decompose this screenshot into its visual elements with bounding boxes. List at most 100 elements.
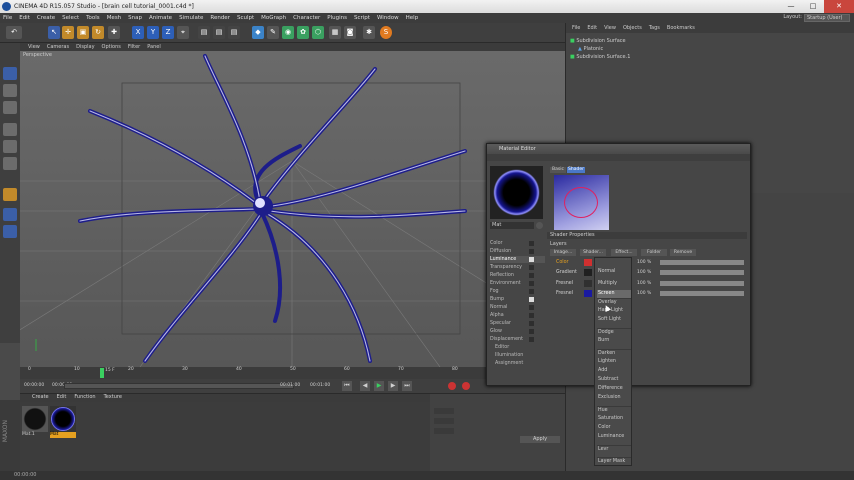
layout-select[interactable]: Startup (User) — [804, 14, 850, 22]
end-time-2[interactable]: 00:01:00 — [310, 383, 330, 388]
channel-row[interactable]: Normal — [490, 304, 545, 311]
objmgr-menu-file[interactable]: File — [572, 25, 580, 31]
channel-row[interactable]: Environment — [490, 280, 545, 287]
menu-plugins[interactable]: Plugins — [327, 15, 347, 21]
material-swatch-selected[interactable]: Mat — [50, 406, 76, 438]
pen-icon[interactable]: ✎ — [267, 26, 279, 39]
scale-tool-icon[interactable]: ▣ — [77, 26, 89, 39]
coord-z[interactable] — [434, 428, 454, 434]
layer-row[interactable]: Fresnel 100 % — [550, 280, 745, 288]
layer-opacity-slider[interactable] — [660, 260, 744, 265]
blend-option[interactable]: Overlay — [597, 298, 631, 306]
cube-icon[interactable]: ◆ — [252, 26, 264, 39]
model-mode-icon[interactable] — [3, 67, 17, 80]
channel-row[interactable]: Illumination — [490, 352, 545, 359]
channel-checkbox[interactable] — [529, 337, 534, 342]
deformer-icon[interactable]: ⬡ — [312, 26, 324, 39]
goto-start-icon[interactable]: ⏮ — [342, 381, 352, 391]
camera-icon[interactable]: ◙ — [344, 26, 356, 39]
channel-checkbox[interactable] — [529, 249, 534, 254]
blend-option-selected[interactable]: Screen — [597, 290, 631, 298]
apply-button[interactable]: Apply — [520, 436, 560, 443]
layer-row[interactable]: Fresnel 100 % — [550, 290, 745, 298]
maximize-button[interactable]: □ — [802, 0, 824, 13]
move-tool-icon[interactable]: ✛ — [62, 26, 74, 39]
channel-checkbox[interactable] — [529, 265, 534, 270]
blend-option[interactable]: Multiply — [597, 280, 631, 288]
viewport-menu-cameras[interactable]: Cameras — [47, 44, 69, 50]
object-row[interactable]: ▲ Platonic — [570, 45, 850, 53]
blend-option[interactable]: Hard Light — [597, 307, 631, 315]
objmgr-menu-objects[interactable]: Objects — [623, 25, 642, 31]
menu-mograph[interactable]: MoGraph — [261, 15, 286, 21]
playhead[interactable] — [100, 368, 104, 378]
menu-window[interactable]: Window — [377, 15, 399, 21]
layer-opacity[interactable]: 100 % — [637, 270, 655, 276]
material-swatch[interactable]: Mat.1 — [22, 406, 48, 438]
goto-end-icon[interactable]: ⏭ — [402, 381, 412, 391]
menu-simulate[interactable]: Simulate — [179, 15, 203, 21]
shader-button[interactable]: Shader... — [580, 249, 606, 256]
blend-option[interactable]: Luminance — [597, 433, 631, 441]
rotate-tool-icon[interactable]: ↻ — [92, 26, 104, 39]
menu-mesh[interactable]: Mesh — [107, 15, 121, 21]
blend-option[interactable]: Add — [597, 367, 631, 375]
channel-row[interactable]: Assignment — [490, 360, 545, 367]
channel-row[interactable]: Displacement — [490, 336, 545, 343]
x-axis-icon[interactable]: X — [132, 26, 144, 39]
start-time[interactable]: 00:00:00 — [24, 383, 44, 388]
channel-checkbox[interactable] — [529, 321, 534, 326]
menu-snap[interactable]: Snap — [128, 15, 142, 21]
channel-row[interactable]: Color — [490, 240, 545, 247]
object-row[interactable]: ■ Subdivision Surface — [570, 37, 850, 45]
blend-option[interactable]: Dodge — [597, 328, 631, 336]
viewport-menu-filter[interactable]: Filter — [128, 44, 140, 50]
channel-row-selected[interactable]: Luminance — [490, 256, 545, 263]
z-axis-icon[interactable]: Z — [162, 26, 174, 39]
tab-shader[interactable]: Shader — [567, 167, 585, 173]
play-icon[interactable]: ▶ — [374, 381, 384, 391]
menu-create[interactable]: Create — [37, 15, 55, 21]
layer-opacity-slider[interactable] — [660, 281, 744, 286]
render-picture-viewer-icon[interactable]: ▤ — [213, 26, 225, 39]
script-icon[interactable]: S — [380, 26, 392, 39]
record-icon[interactable] — [448, 382, 456, 390]
channel-row[interactable]: Transparency — [490, 264, 545, 271]
render-settings-icon[interactable]: ▤ — [228, 26, 240, 39]
material-name-field[interactable]: Mat — [490, 222, 534, 229]
light-icon[interactable]: ✱ — [363, 26, 375, 39]
effect-button[interactable]: Effect... — [611, 249, 637, 256]
next-frame-icon[interactable]: ▶ — [388, 381, 398, 391]
layer-opacity[interactable]: 100 % — [637, 291, 655, 297]
matmgr-menu-texture[interactable]: Texture — [104, 394, 122, 402]
blend-option[interactable]: Darken — [597, 349, 631, 357]
channel-row[interactable]: Diffusion — [490, 248, 545, 255]
menu-render[interactable]: Render — [210, 15, 230, 21]
edges-mode-icon[interactable] — [3, 140, 17, 153]
blend-option[interactable]: Lighten — [597, 358, 631, 366]
subdivision-icon[interactable]: ◉ — [282, 26, 294, 39]
menu-script[interactable]: Script — [354, 15, 370, 21]
matmgr-menu-function[interactable]: Function — [74, 394, 95, 402]
folder-button[interactable]: Folder — [641, 249, 667, 256]
end-time[interactable]: 00:01:00 — [280, 383, 300, 388]
scene-icon[interactable]: ▦ — [329, 26, 341, 39]
channel-checkbox[interactable] — [529, 241, 534, 246]
objmgr-menu-view[interactable]: View — [604, 25, 616, 31]
blend-option[interactable]: Color — [597, 424, 631, 432]
channel-checkbox[interactable] — [529, 313, 534, 318]
timeline[interactable]: 0 10 20 30 40 50 60 70 80 90 15 F — [20, 367, 565, 379]
menu-character[interactable]: Character — [293, 15, 320, 21]
matmgr-menu-edit[interactable]: Edit — [57, 394, 67, 402]
blend-option[interactable]: Subtract — [597, 376, 631, 384]
snap-icon[interactable] — [3, 208, 17, 221]
objmgr-menu-bookmarks[interactable]: Bookmarks — [667, 25, 695, 31]
undo-icon[interactable]: ↶ — [6, 26, 22, 39]
channel-checkbox-checked[interactable] — [529, 297, 534, 302]
menu-tools[interactable]: Tools — [86, 15, 100, 21]
image-button[interactable]: Image... — [550, 249, 576, 256]
channel-checkbox[interactable] — [529, 305, 534, 310]
blend-option[interactable]: Saturation — [597, 415, 631, 423]
render-view-icon[interactable]: ▤ — [198, 26, 210, 39]
channel-checkbox-checked[interactable] — [529, 257, 534, 262]
